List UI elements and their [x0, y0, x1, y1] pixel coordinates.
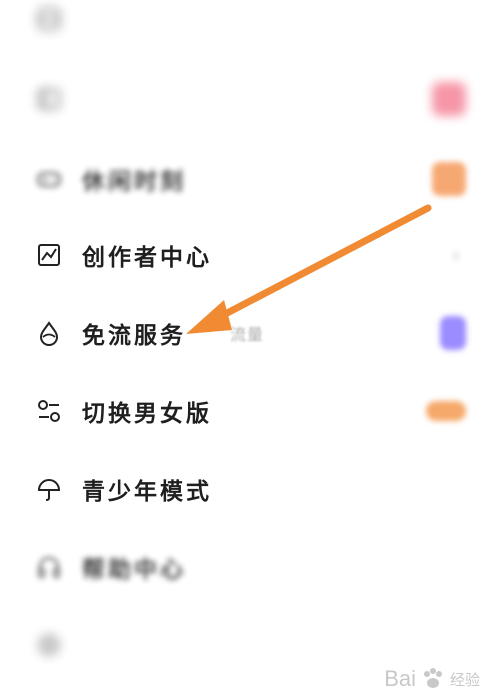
gear-icon [34, 630, 64, 660]
chart-icon [34, 240, 64, 270]
menu-item-label: 青少年模式 [82, 479, 212, 505]
menu-item-label: 帮助中心 [82, 557, 186, 583]
umbrella-icon [34, 474, 64, 504]
drop-icon [34, 318, 64, 348]
switch-icon [34, 396, 64, 426]
chevron-right-icon: › [452, 243, 460, 267]
menu-item-label: 免流服务 [82, 323, 186, 349]
menu-item-thumb [426, 401, 466, 421]
menu-item-teen-mode[interactable]: 青少年模式 [0, 450, 500, 528]
menu-item-sub: 流量 [230, 325, 265, 344]
menu-item-0[interactable] [0, 0, 500, 58]
menu-item-leisure[interactable]: 休闲时刻 [0, 140, 500, 218]
menu-item-thumb [432, 82, 466, 116]
menu-item-label: 创作者中心 [82, 245, 212, 271]
gamepad-icon [34, 164, 64, 194]
menu-item-thumb [440, 316, 466, 350]
menu-item-thumb [432, 162, 466, 196]
menu-item-1[interactable] [0, 60, 500, 138]
menu-item-free-data-service[interactable]: 免流服务 流量 [0, 294, 500, 372]
watermark: Bai 经验 [384, 666, 480, 692]
menu-item-creator-center[interactable]: 创作者中心 › [0, 216, 500, 294]
grid-icon [34, 4, 64, 34]
menu-item-label: 切换男女版 [82, 401, 212, 427]
watermark-text: Bai [384, 666, 416, 691]
menu-item-switch-gender[interactable]: 切换男女版 [0, 372, 500, 450]
side-menu: 休闲时刻 创作者中心 › 免流服务 流量 切换男女版 青少年模式 帮助中心 [0, 0, 500, 700]
watermark-suffix: 经验 [449, 671, 480, 689]
paw-icon [423, 668, 442, 688]
box-icon [34, 84, 64, 114]
menu-item-label: 休闲时刻 [82, 169, 186, 195]
menu-item-help-center[interactable]: 帮助中心 [0, 528, 500, 606]
headphones-icon [34, 552, 64, 582]
